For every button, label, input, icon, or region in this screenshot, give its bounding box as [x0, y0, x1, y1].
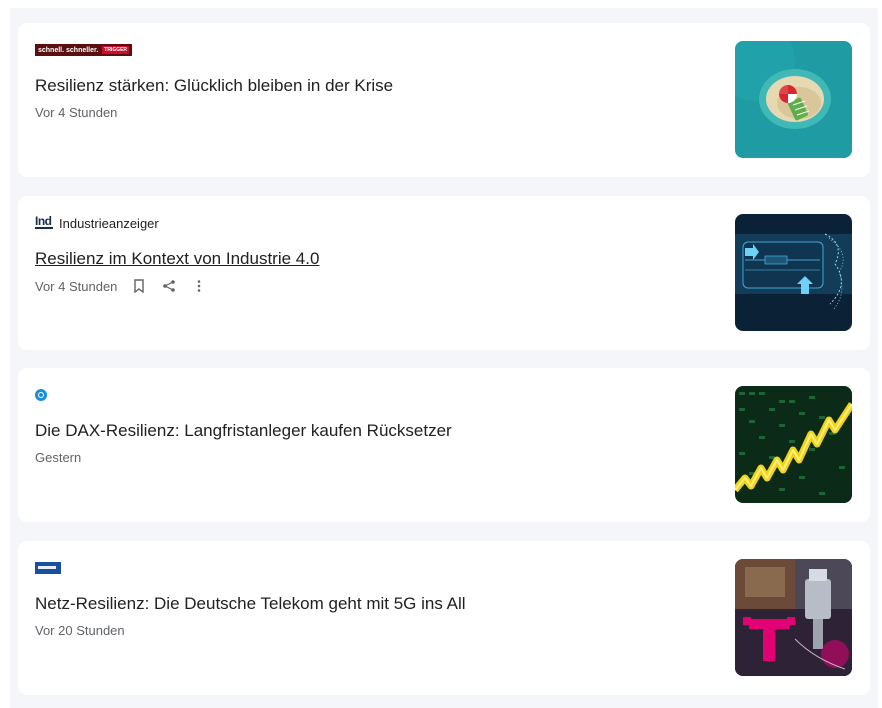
article-card[interactable]: schnell. schneller. TRIGGER Resilienz st… — [18, 23, 870, 177]
article-meta: Vor 20 Stunden — [35, 623, 125, 638]
article-headline[interactable]: Netz-Resilienz: Die Deutsche Telekom geh… — [35, 593, 695, 615]
digital-technology-interface-image[interactable] — [735, 214, 852, 331]
stock-chart-image[interactable] — [735, 386, 852, 503]
article-timestamp: Gestern — [35, 450, 82, 465]
article-card[interactable]: Die DAX-Resilienz: Langfristanleger kauf… — [18, 368, 870, 522]
source-logo-round — [35, 389, 47, 401]
article-card[interactable]: Ind Industrieanzeiger Resilienz im Konte… — [18, 196, 870, 350]
article-meta: Vor 4 Stunden — [35, 105, 117, 120]
share-icon[interactable] — [161, 278, 177, 294]
more-icon[interactable] — [191, 278, 207, 294]
article-card[interactable]: Netz-Resilienz: Die Deutsche Telekom geh… — [18, 541, 870, 695]
article-source[interactable]: Ind Industrieanzeiger — [35, 214, 159, 232]
article-source[interactable] — [35, 386, 47, 404]
article-headline[interactable]: Resilienz stärken: Glücklich bleiben in … — [35, 75, 695, 97]
news-feed: schnell. schneller. TRIGGER Resilienz st… — [10, 8, 878, 708]
source-logo-industrieanzeiger: Ind — [35, 214, 53, 229]
logo-underline — [35, 227, 53, 229]
article-headline[interactable]: Die DAX-Resilienz: Langfristanleger kauf… — [35, 420, 695, 442]
source-logo-blue-badge — [35, 562, 61, 574]
source-name: Industrieanzeiger — [59, 215, 159, 231]
telekom-satellite-collage-image[interactable] — [735, 559, 852, 676]
article-meta: Vor 4 Stunden — [35, 278, 207, 294]
island-beach-umbrella-image[interactable] — [735, 41, 852, 158]
article-timestamp: Vor 20 Stunden — [35, 623, 125, 638]
logo-ring — [38, 392, 44, 398]
article-source[interactable]: schnell. schneller. TRIGGER — [35, 41, 133, 59]
article-headline[interactable]: Resilienz im Kontext von Industrie 4.0 — [35, 248, 695, 270]
logo-stripe — [38, 566, 56, 569]
bookmark-icon[interactable] — [131, 278, 147, 294]
article-timestamp: Vor 4 Stunden — [35, 278, 118, 294]
source-logo-schnell-trigger: schnell. schneller. TRIGGER — [35, 44, 133, 56]
article-meta: Gestern — [35, 450, 81, 465]
article-source[interactable] — [35, 559, 61, 577]
article-timestamp: Vor 4 Stunden — [35, 105, 118, 120]
